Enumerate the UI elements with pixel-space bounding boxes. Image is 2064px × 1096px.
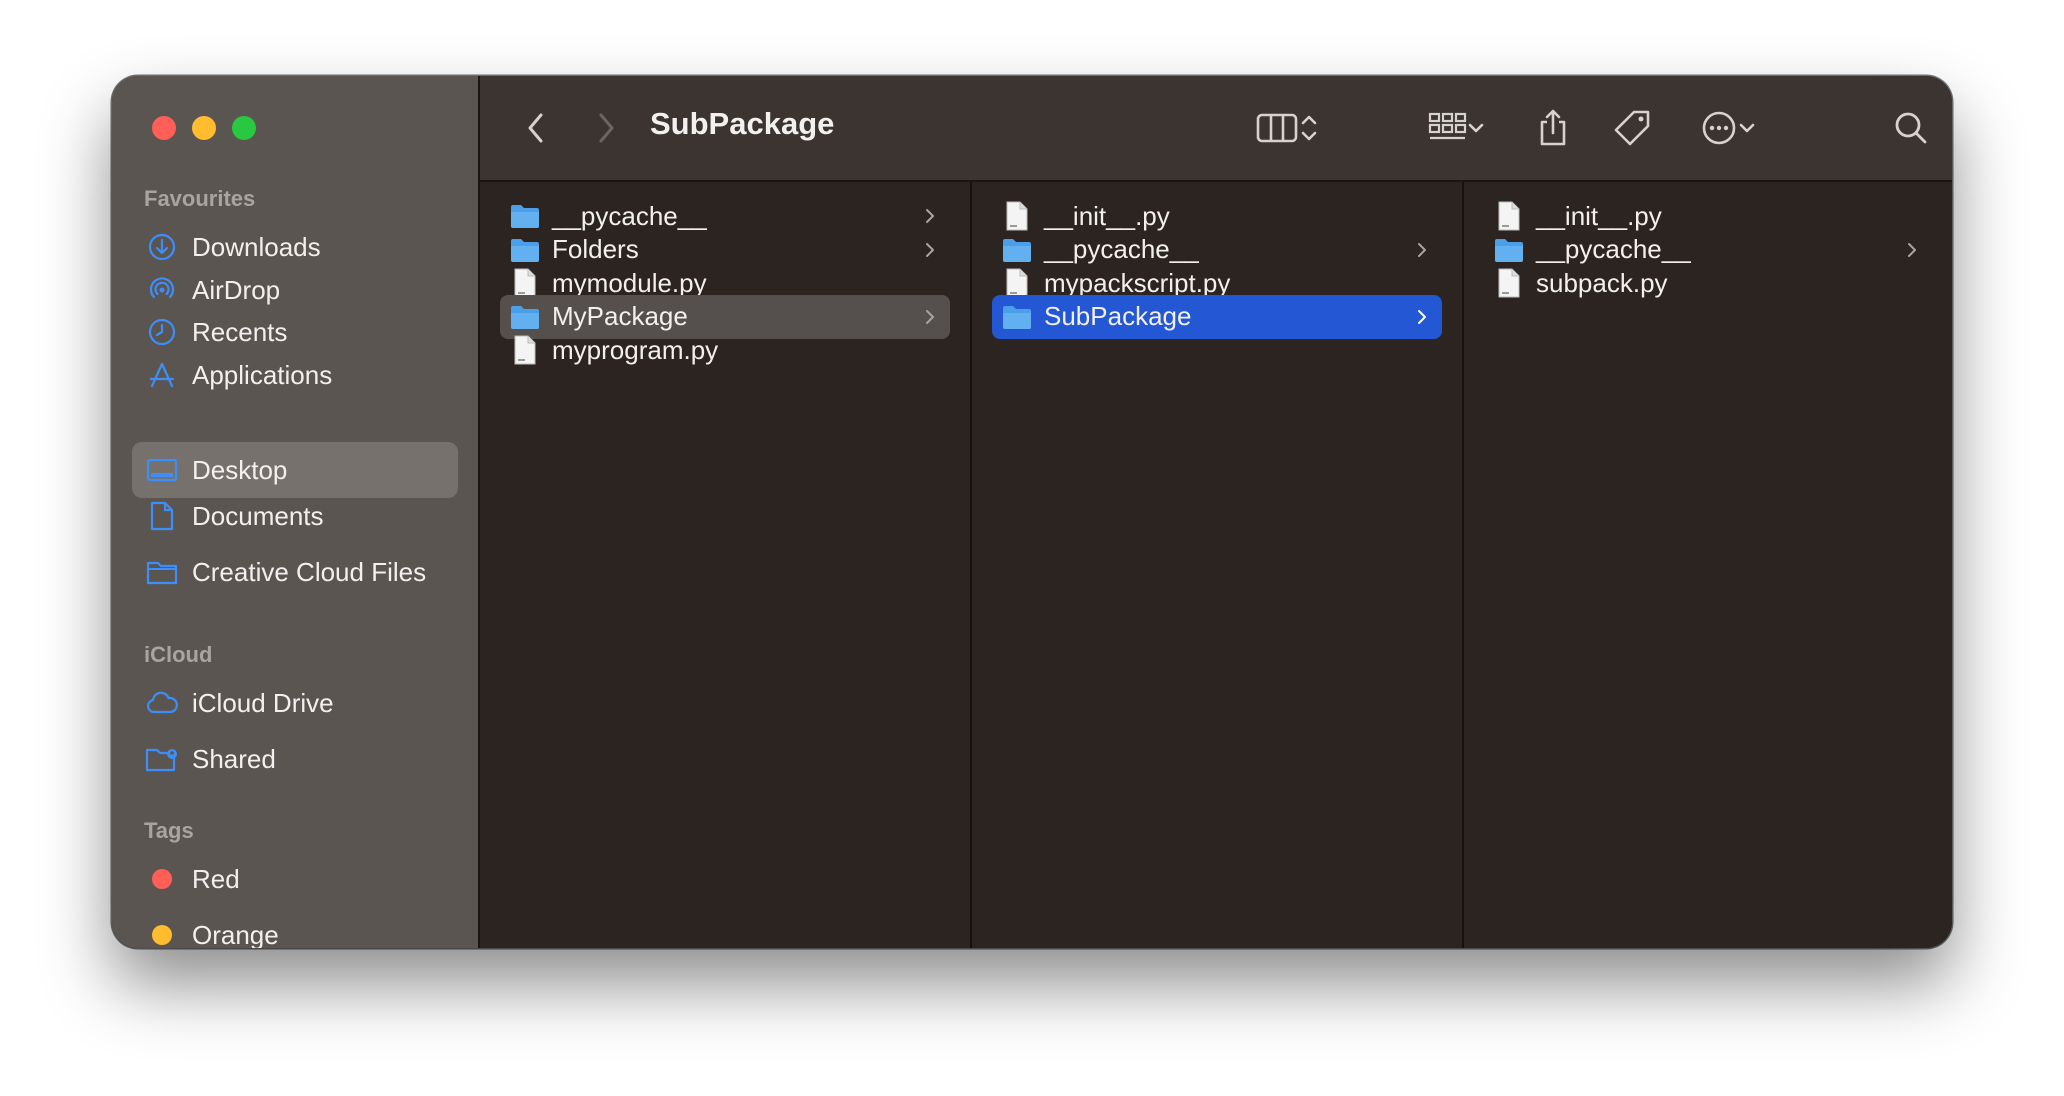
- folder-icon: [1494, 235, 1524, 265]
- toolbar: SubPackage: [480, 76, 1952, 182]
- browser-column: __pycache__ Folders mymodule.py MyPackage my…: [480, 182, 972, 948]
- folder-icon: [510, 235, 540, 265]
- applications-icon: [144, 357, 180, 393]
- back-button[interactable]: [516, 100, 556, 156]
- browser-column: __init__.py __pycache__ subpack.py: [1464, 182, 1952, 948]
- document-icon: [510, 335, 540, 365]
- chevron-right-icon: [599, 113, 614, 143]
- sidebar-item-label: Desktop: [192, 454, 288, 485]
- item-name: __pycache__: [552, 200, 707, 231]
- browser-column: __init__.py __pycache__ mypackscript.py Sub…: [972, 182, 1464, 948]
- sidebar-item-label: Red: [192, 863, 240, 894]
- chevron-down-icon: [1739, 123, 1755, 133]
- sidebar-item-label: Orange: [192, 919, 279, 949]
- document-icon: [1494, 268, 1524, 298]
- chevron-right-icon: [1412, 308, 1432, 326]
- tag-icon: [1614, 110, 1650, 146]
- file-row[interactable]: subpack.py: [1484, 261, 1932, 305]
- chevron-right-icon: [920, 308, 940, 326]
- document-icon: [1002, 268, 1032, 298]
- item-name: myprogram.py: [552, 334, 719, 365]
- grid-group-icon: [1428, 112, 1467, 140]
- cloud-icon: [144, 685, 180, 721]
- sidebar-item-tag-orange[interactable]: Orange: [132, 907, 458, 948]
- chevron-right-icon: [920, 207, 940, 225]
- chevron-left-icon: [528, 113, 543, 143]
- sidebar-item-label: Shared: [192, 743, 276, 774]
- sidebar-item-shared[interactable]: Shared: [132, 731, 458, 787]
- recents-icon: [144, 314, 180, 350]
- airdrop-icon: [144, 272, 180, 308]
- ellipsis-circle-icon: [1702, 111, 1736, 145]
- forward-button[interactable]: [586, 100, 626, 156]
- chevron-down-icon: [1468, 123, 1484, 133]
- tags-button[interactable]: [1610, 100, 1654, 156]
- sidebar-item-documents[interactable]: Documents: [132, 488, 458, 544]
- sidebar-item-tag-red[interactable]: Red: [132, 851, 458, 907]
- chevron-right-icon: [920, 241, 940, 259]
- search-button[interactable]: [1890, 100, 1932, 156]
- sidebar-item-label: Creative Cloud Files: [192, 556, 427, 587]
- folder-icon: [144, 554, 180, 590]
- folder-icon: [1002, 302, 1032, 332]
- sidebar-item-applications[interactable]: Applications: [132, 347, 458, 403]
- sidebar-item-icloud-drive[interactable]: iCloud Drive: [132, 675, 458, 731]
- sidebar-item-label: Applications: [192, 359, 333, 390]
- sidebar-item-creative-cloud-files[interactable]: Creative Cloud Files: [132, 544, 458, 600]
- item-name: SubPackage: [1044, 301, 1192, 332]
- sidebar-item-label: iCloud Drive: [192, 687, 334, 718]
- item-name: __init__.py: [1044, 200, 1170, 231]
- finder-window: Favourites Downloads AirDrop Recents App…: [112, 76, 1952, 948]
- sidebar-item-label: Recents: [192, 316, 288, 347]
- icloud-header: iCloud: [144, 642, 213, 667]
- more-actions-button[interactable]: [1690, 100, 1766, 156]
- document-icon: [510, 268, 540, 298]
- chevron-right-icon: [1412, 241, 1432, 259]
- view-options-button[interactable]: [1244, 100, 1330, 156]
- orange-tag-icon: [152, 925, 172, 945]
- chevron-up-down-icon: [1301, 115, 1317, 141]
- folder-icon: [510, 201, 540, 231]
- item-name: subpack.py: [1536, 267, 1668, 298]
- red-tag-icon: [152, 869, 172, 889]
- share-button[interactable]: [1532, 100, 1574, 156]
- folder-icon: [510, 302, 540, 332]
- document-icon: [1494, 201, 1524, 231]
- sidebar-item-label: Downloads: [192, 231, 321, 262]
- downloads-icon: [144, 229, 180, 265]
- close-window-button[interactable]: [152, 116, 176, 140]
- group-button[interactable]: [1418, 100, 1494, 156]
- zoom-window-button[interactable]: [232, 116, 256, 140]
- desktop-icon: [144, 452, 180, 488]
- file-row[interactable]: myprogram.py: [500, 328, 950, 372]
- chevron-right-icon: [1902, 241, 1922, 259]
- window-title: SubPackage: [650, 106, 835, 141]
- document-icon: [1002, 201, 1032, 231]
- shared-folder-icon: [144, 741, 180, 777]
- column-browser: __pycache__ Folders mymodule.py MyPackage my…: [480, 182, 1952, 948]
- share-icon: [1540, 109, 1566, 146]
- column-view-icon: [1256, 113, 1298, 143]
- folder-icon: [1002, 235, 1032, 265]
- search-icon: [1895, 112, 1927, 144]
- sidebar-item-label: AirDrop: [192, 274, 281, 305]
- folder-row[interactable]: SubPackage: [992, 294, 1442, 339]
- minimize-window-button[interactable]: [192, 116, 216, 140]
- documents-icon: [144, 498, 180, 534]
- item-name: __init__.py: [1536, 200, 1662, 231]
- sidebar-item-label: Documents: [192, 500, 324, 531]
- sidebar: Favourites Downloads AirDrop Recents App…: [112, 76, 480, 948]
- tags-header: Tags: [144, 818, 194, 843]
